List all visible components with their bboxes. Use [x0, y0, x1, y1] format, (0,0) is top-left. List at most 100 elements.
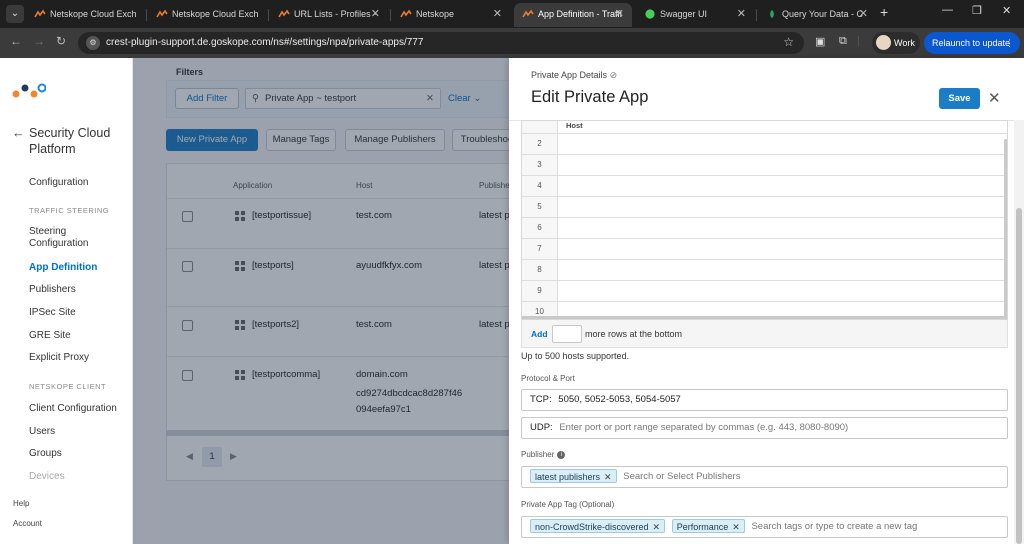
tab-divider	[390, 9, 391, 21]
publisher-select[interactable]: latest publishers ✕ Search or Select Publ…	[521, 466, 1008, 488]
tab-title: URL Lists - Profiles -	[294, 9, 377, 19]
tab-title: Swagger UI	[660, 9, 708, 19]
browser-tab-bar: ⌄ Netskope Cloud Exch Netskope Cloud Exc…	[0, 0, 1024, 28]
grid-corner	[522, 121, 558, 133]
swagger-favicon-icon	[645, 9, 655, 19]
nav-help[interactable]: Help	[13, 499, 29, 508]
grid-row-number: 2	[522, 134, 558, 155]
grid-row[interactable]: 3	[522, 154, 1007, 176]
close-icon[interactable]: ✕	[988, 89, 1001, 107]
tab-divider	[756, 9, 757, 21]
tcp-value: 5050, 5052-5053, 5054-5057	[558, 394, 681, 405]
nav-item-configuration[interactable]: Configuration	[29, 177, 88, 189]
nav-item-devices[interactable]: Devices	[29, 471, 65, 483]
drawer-title: Edit Private App	[531, 88, 649, 106]
tag-chip: non-CrowdStrike-discovered ✕	[530, 519, 666, 534]
nav-item-explicit-proxy[interactable]: Explicit Proxy	[29, 352, 89, 364]
minimize-icon[interactable]: —	[942, 4, 953, 16]
remove-tag-icon[interactable]: ✕	[653, 522, 661, 532]
browser-tab[interactable]: Netskope ✕	[392, 3, 510, 27]
browser-tab[interactable]: Netskope Cloud Exch	[26, 3, 144, 27]
edit-private-app-drawer: Private App Details ⊘ Edit Private App S…	[509, 58, 1024, 544]
nav-item-gre-site[interactable]: GRE Site	[29, 330, 71, 342]
restore-icon[interactable]: ❐	[972, 4, 982, 17]
close-tab-icon[interactable]: ✕	[493, 3, 502, 25]
nav-item-ipsec-site[interactable]: IPSec Site	[29, 307, 76, 319]
tag-placeholder: Search tags or type to create a new tag	[751, 521, 918, 532]
browser-tab[interactable]: Query Your Data - C ✕	[758, 3, 876, 27]
media-icon[interactable]: ▣	[815, 35, 829, 49]
grid-row[interactable]: 8	[522, 259, 1007, 281]
more-menu-icon[interactable]: ⋮	[1005, 32, 1014, 54]
bookmark-star-icon[interactable]: ☆	[783, 35, 794, 49]
relaunch-label: Relaunch to update	[932, 38, 1011, 48]
platform-title[interactable]: Security Cloud Platform	[29, 125, 129, 157]
extensions-icon[interactable]: ⧉	[839, 35, 853, 49]
add-rows-button[interactable]: Add	[531, 329, 548, 339]
relaunch-button[interactable]: Relaunch to update ⋮	[924, 32, 1020, 54]
grid-row[interactable]: 2	[522, 133, 1007, 155]
netskope-favicon-icon	[278, 9, 290, 18]
browser-tab-active[interactable]: App Definition - Traffi ✕	[514, 3, 632, 27]
nav-item-steering-configuration[interactable]: Steering Configuration	[29, 226, 125, 250]
tag-chip-label: Performance	[676, 522, 729, 533]
grid-row-number: 6	[522, 218, 558, 239]
new-tab-icon[interactable]: +	[880, 4, 888, 20]
publisher-label: Publisher i	[521, 450, 566, 459]
rows-count-input[interactable]	[552, 325, 582, 343]
grid-vertical-scrollbar[interactable]	[1004, 139, 1007, 319]
grid-row-number: 5	[522, 197, 558, 218]
tag-select[interactable]: non-CrowdStrike-discovered ✕ Performance ✕…	[521, 516, 1008, 538]
toolbar-divider: |	[857, 35, 860, 47]
profile-button[interactable]: Work	[872, 32, 920, 54]
nav-item-groups[interactable]: Groups	[29, 448, 62, 460]
udp-port-input[interactable]: UDP: Enter port or port range separated …	[521, 417, 1008, 439]
drawer-scrollbar-thumb[interactable]	[1016, 208, 1022, 544]
address-bar[interactable]: ⚙ crest-plugin-support.de.goskope.com/ns…	[78, 32, 804, 54]
remove-publisher-icon[interactable]: ✕	[604, 472, 612, 482]
grid-row[interactable]: 7	[522, 238, 1007, 260]
site-info-icon[interactable]: ⚙	[86, 36, 100, 50]
close-tab-icon[interactable]: ✕	[859, 3, 868, 25]
browser-tab[interactable]: URL Lists - Profiles - ✕	[270, 3, 388, 27]
tab-title: Query Your Data - C	[782, 9, 864, 19]
url-text: crest-plugin-support.de.goskope.com/ns#/…	[106, 37, 424, 48]
netskope-logo-icon	[12, 83, 46, 98]
nav-item-publishers[interactable]: Publishers	[29, 284, 76, 296]
grid-row-number: 3	[522, 155, 558, 176]
remove-tag-icon[interactable]: ✕	[732, 522, 740, 532]
grid-row[interactable]: 4	[522, 175, 1007, 197]
nav-section-traffic-steering: TRAFFIC STEERING	[29, 206, 110, 215]
browser-tab[interactable]: Swagger UI ✕	[636, 3, 754, 27]
netskope-favicon-icon	[400, 9, 412, 18]
nav-item-users[interactable]: Users	[29, 426, 55, 438]
grid-row[interactable]: 5	[522, 196, 1007, 218]
forward-icon[interactable]: →	[33, 34, 45, 48]
close-tab-icon[interactable]: ✕	[371, 3, 380, 25]
tab-divider	[268, 9, 269, 21]
browser-toolbar: ← → ↻ ⚙ crest-plugin-support.de.goskope.…	[0, 28, 1024, 58]
hosts-limit-note: Up to 500 hosts supported.	[521, 351, 630, 361]
tab-search-icon[interactable]: ⌄	[6, 5, 24, 23]
nav-item-client-configuration[interactable]: Client Configuration	[29, 403, 117, 415]
tag-chip: Performance ✕	[671, 519, 745, 534]
nav-item-app-definition[interactable]: App Definition	[29, 262, 97, 274]
close-tab-icon[interactable]: ✕	[615, 3, 624, 25]
reload-icon[interactable]: ↻	[56, 34, 66, 48]
grid-row[interactable]: 9	[522, 280, 1007, 302]
nav-account[interactable]: Account	[13, 519, 42, 528]
back-icon[interactable]: ←	[10, 34, 22, 48]
save-button[interactable]: Save	[939, 88, 980, 109]
browser-tab[interactable]: Netskope Cloud Exch	[148, 3, 266, 27]
tcp-port-input[interactable]: TCP: 5050, 5052-5053, 5054-5057	[521, 389, 1008, 411]
window-close-icon[interactable]: ✕	[1002, 4, 1011, 17]
grid-row[interactable]: 6	[522, 217, 1007, 239]
close-tab-icon[interactable]: ✕	[737, 3, 746, 25]
modal-backdrop[interactable]	[133, 58, 509, 544]
info-icon[interactable]: i	[557, 450, 566, 459]
profile-label: Work	[894, 38, 915, 48]
drawer-subtitle: Private App Details ⊘	[531, 70, 617, 81]
netskope-favicon-icon	[156, 9, 168, 18]
link-icon[interactable]: ⊘	[610, 70, 618, 80]
back-arrow-icon[interactable]: ←	[12, 125, 25, 140]
